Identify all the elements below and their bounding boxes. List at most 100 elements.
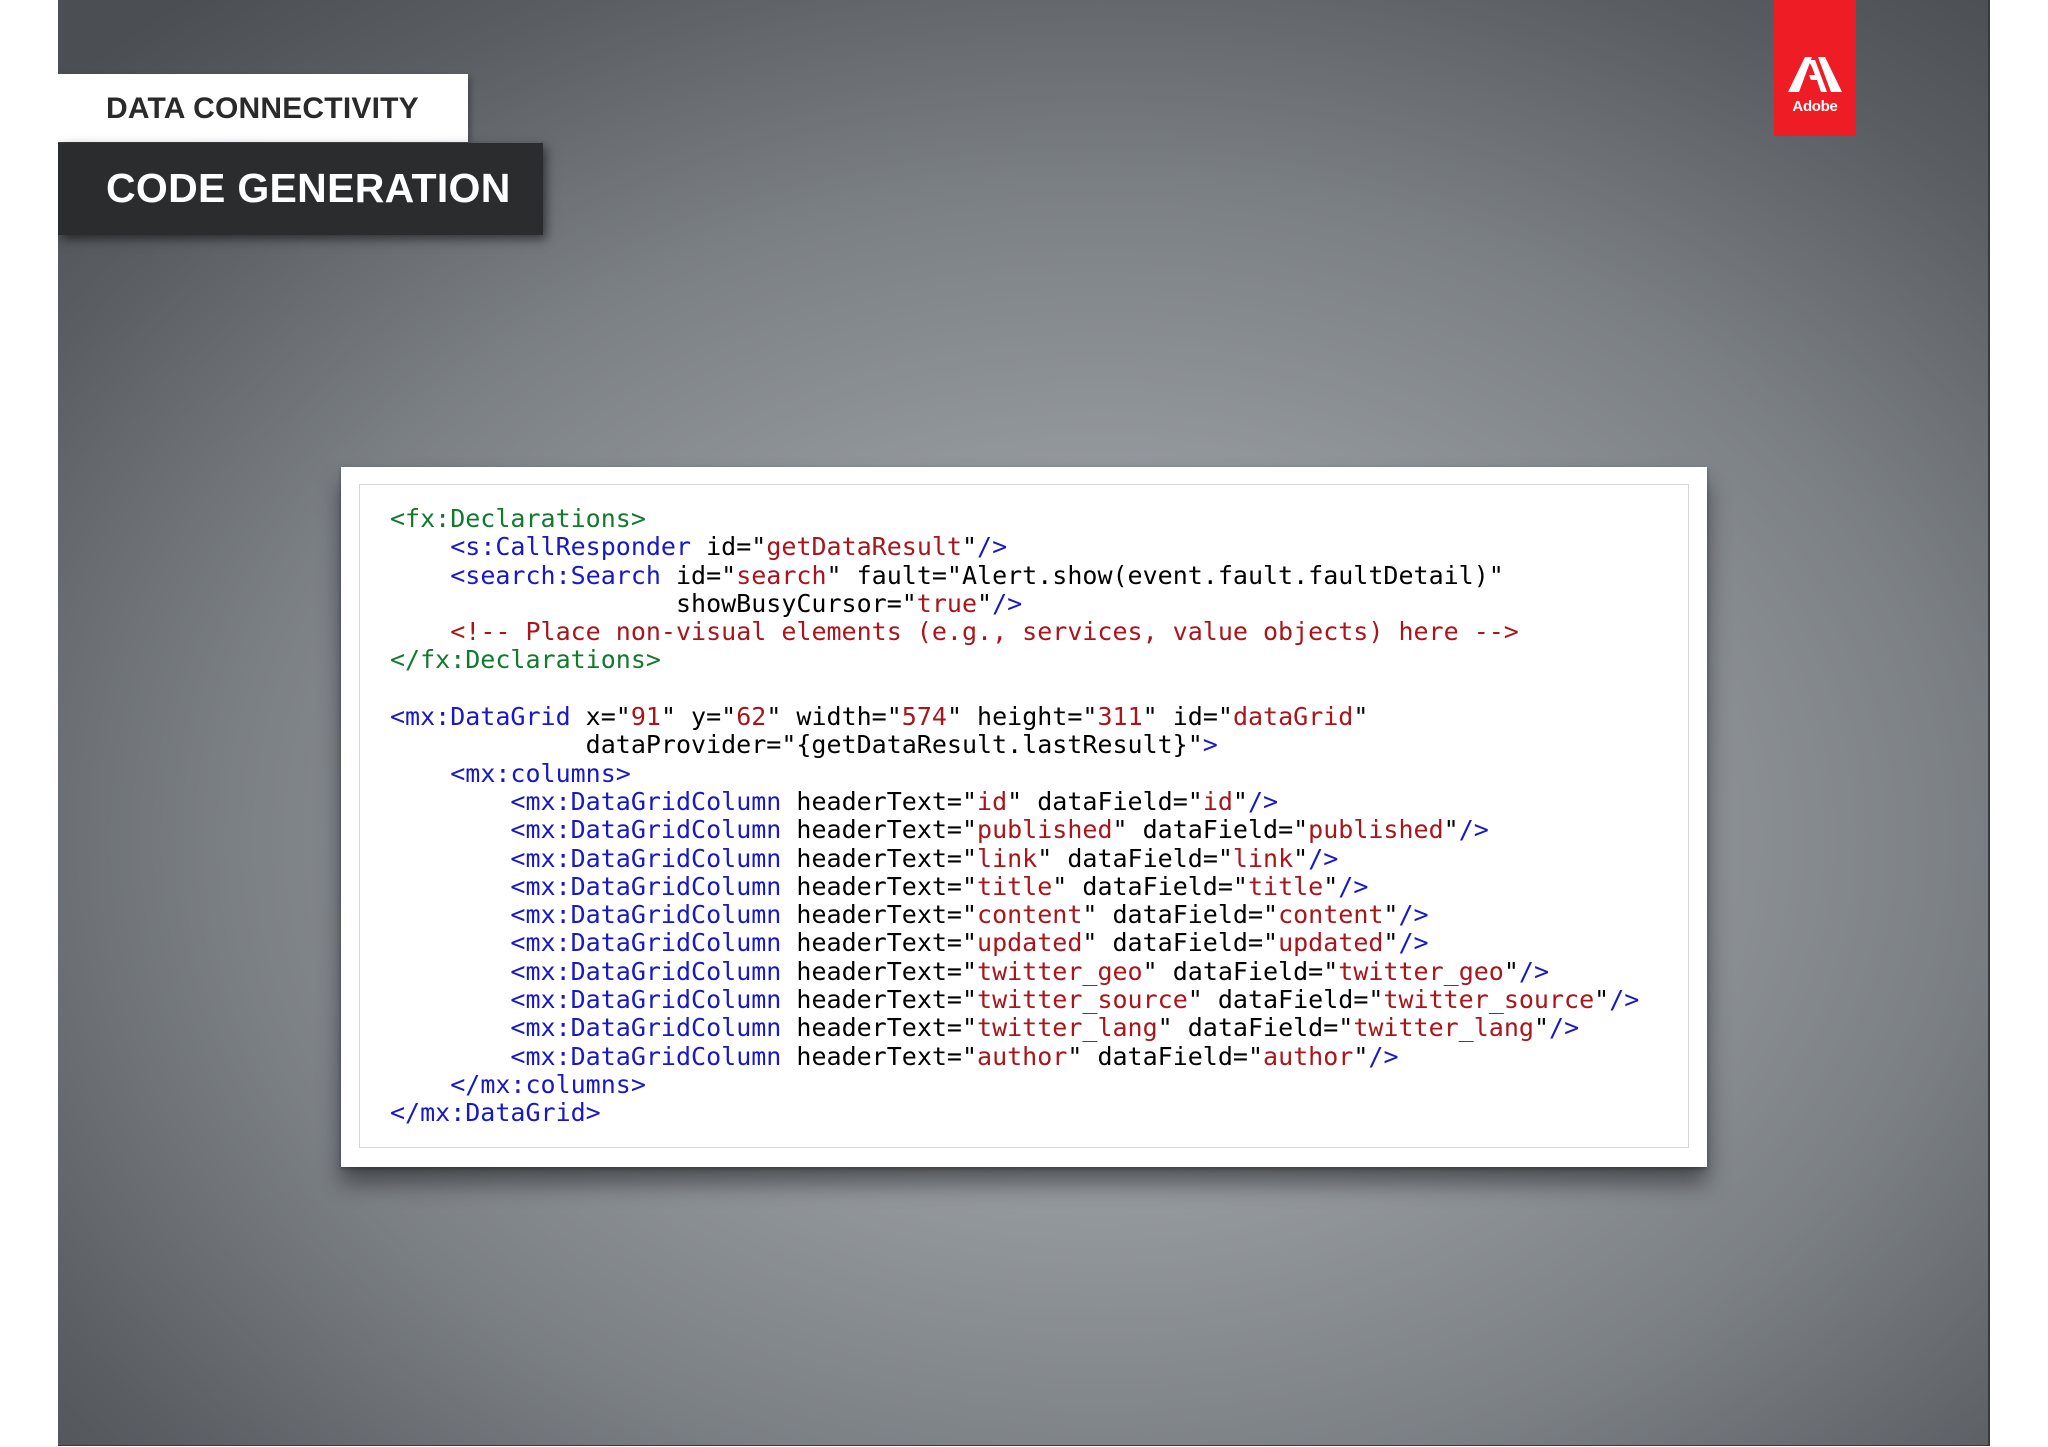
- code-line: <mx:DataGridColumn headerText="content" …: [390, 901, 1639, 929]
- code-token: <mx:DataGridColumn: [510, 1013, 782, 1043]
- code-line: <mx:DataGridColumn headerText="link" dat…: [390, 843, 1639, 873]
- code-token: <mx:DataGridColumn: [510, 956, 782, 986]
- code-token: published: [1308, 815, 1444, 845]
- code-token: 574: [901, 702, 947, 732]
- code-token: link: [1232, 843, 1294, 873]
- code-screenshot: <fx:Declarations> <s:CallResponder id="g…: [341, 467, 1707, 1167]
- code-token: />: [992, 588, 1023, 618]
- code-line: <fx:Declarations>: [390, 504, 1639, 533]
- code-token: content: [1278, 900, 1384, 930]
- code-token: " dataField=": [1112, 815, 1309, 845]
- code-token: />: [1549, 1013, 1580, 1043]
- code-token: twitter_geo: [977, 956, 1143, 986]
- code-token: </fx:Declarations>: [390, 645, 661, 675]
- code-token: />: [1308, 843, 1339, 873]
- code-token: <mx:DataGridColumn: [510, 815, 782, 845]
- code-token: ": [1353, 702, 1369, 732]
- code-token: author: [977, 1041, 1068, 1071]
- code-token: id=": [691, 532, 767, 562]
- code-token: <mx:DataGridColumn: [510, 985, 782, 1015]
- code-token: ": [1533, 1013, 1550, 1043]
- adobe-logo: Adobe: [1774, 0, 1856, 136]
- adobe-a-icon: [1788, 57, 1842, 92]
- code-token: headerText=": [781, 786, 978, 816]
- code-token: headerText=": [781, 956, 978, 986]
- code-token: headerText=": [781, 843, 978, 873]
- code-token: />: [1338, 871, 1369, 901]
- title-tag: CODE GENERATION: [58, 143, 543, 235]
- section-label: DATA CONNECTIVITY: [106, 92, 419, 125]
- code-token: " id=": [1142, 702, 1233, 732]
- code-line: <mx:DataGridColumn headerText="twitter_l…: [390, 1014, 1639, 1042]
- code-token: " dataField=": [1142, 956, 1339, 986]
- code-token: title: [977, 871, 1053, 901]
- code-token: " dataField=": [1082, 928, 1279, 958]
- code-token: twitter_geo: [1338, 956, 1504, 986]
- code-token: <mx:DataGridColumn: [510, 928, 782, 958]
- code-token: twitter_lang: [977, 1013, 1158, 1043]
- code-token: />: [1398, 900, 1429, 930]
- code-token: " dataField=": [1157, 1013, 1354, 1043]
- code-line: <mx:DataGridColumn headerText="twitter_s…: [390, 985, 1639, 1015]
- code-token: <!-- Place non-visual elements (e.g., se…: [450, 617, 1519, 647]
- code-token: headerText=": [781, 985, 978, 1015]
- code-line: </mx:columns>: [390, 1070, 1639, 1099]
- code-panel: <fx:Declarations> <s:CallResponder id="g…: [359, 484, 1689, 1148]
- code-token: headerText=": [781, 928, 978, 958]
- code-line: <mx:DataGridColumn headerText="twitter_g…: [390, 956, 1639, 986]
- code-token: " width=": [766, 702, 902, 732]
- code-token: <search:Search: [450, 560, 661, 590]
- code-token: headerText=": [781, 1013, 978, 1043]
- code-token: headerText=": [781, 815, 978, 845]
- code-line: <s:CallResponder id="getDataResult"/>: [390, 533, 1639, 561]
- code-token: <mx:columns>: [450, 758, 631, 788]
- code-token: ": [1293, 843, 1309, 873]
- code-token: />: [1398, 928, 1429, 958]
- code-line: <search:Search id="search" fault="Alert.…: [390, 560, 1639, 590]
- code-token: />: [977, 532, 1008, 562]
- code-token: link: [977, 843, 1038, 873]
- code-token: ": [1594, 985, 1610, 1015]
- code-token: author: [1263, 1041, 1354, 1071]
- code-token: 91: [630, 702, 661, 732]
- code-token: updated: [977, 928, 1083, 958]
- code-token: updated: [1278, 928, 1384, 958]
- code-token: >: [1202, 730, 1218, 760]
- code-token: <s:CallResponder: [450, 532, 692, 562]
- code-token: twitter_source: [977, 985, 1188, 1015]
- code-token: id=": [660, 560, 737, 590]
- code-token: headerText=": [781, 871, 978, 901]
- code-token: published: [977, 815, 1113, 845]
- code-line: </fx:Declarations>: [390, 646, 1639, 674]
- code-token: ": [961, 532, 978, 562]
- code-line: <!-- Place non-visual elements (e.g., se…: [390, 618, 1639, 646]
- code-token: <mx:DataGridColumn: [510, 843, 782, 873]
- code-line: <mx:DataGrid x="91" y="62" width="574" h…: [390, 702, 1639, 732]
- code-token: <mx:DataGridColumn: [510, 871, 782, 901]
- code-line: <mx:DataGridColumn headerText="author" d…: [390, 1041, 1639, 1071]
- code-line: <mx:DataGridColumn headerText="title" da…: [390, 871, 1639, 901]
- code-token: <mx:DataGridColumn: [510, 1041, 782, 1071]
- code-token: />: [1458, 815, 1489, 845]
- code-token: dataProvider="{getDataResult.lastResult}…: [390, 730, 1203, 760]
- slide-title: CODE GENERATION: [106, 165, 511, 211]
- code-token: ": [977, 588, 993, 618]
- code-token: " dataField=": [1067, 1041, 1264, 1071]
- code-token: true: [916, 588, 978, 618]
- code-token: ": [1503, 956, 1519, 986]
- code-token: showBusyCursor=": [390, 588, 917, 618]
- code-line: <mx:columns>: [390, 758, 1639, 788]
- code-line: showBusyCursor="true"/>: [390, 588, 1639, 618]
- code-token: content: [977, 900, 1083, 930]
- code-token: " dataField=": [1187, 985, 1384, 1015]
- slide: DATA CONNECTIVITY CODE GENERATION Adobe …: [58, 0, 1990, 1446]
- code-token: " y=": [660, 702, 737, 732]
- code-token: " dataField=": [1052, 871, 1248, 901]
